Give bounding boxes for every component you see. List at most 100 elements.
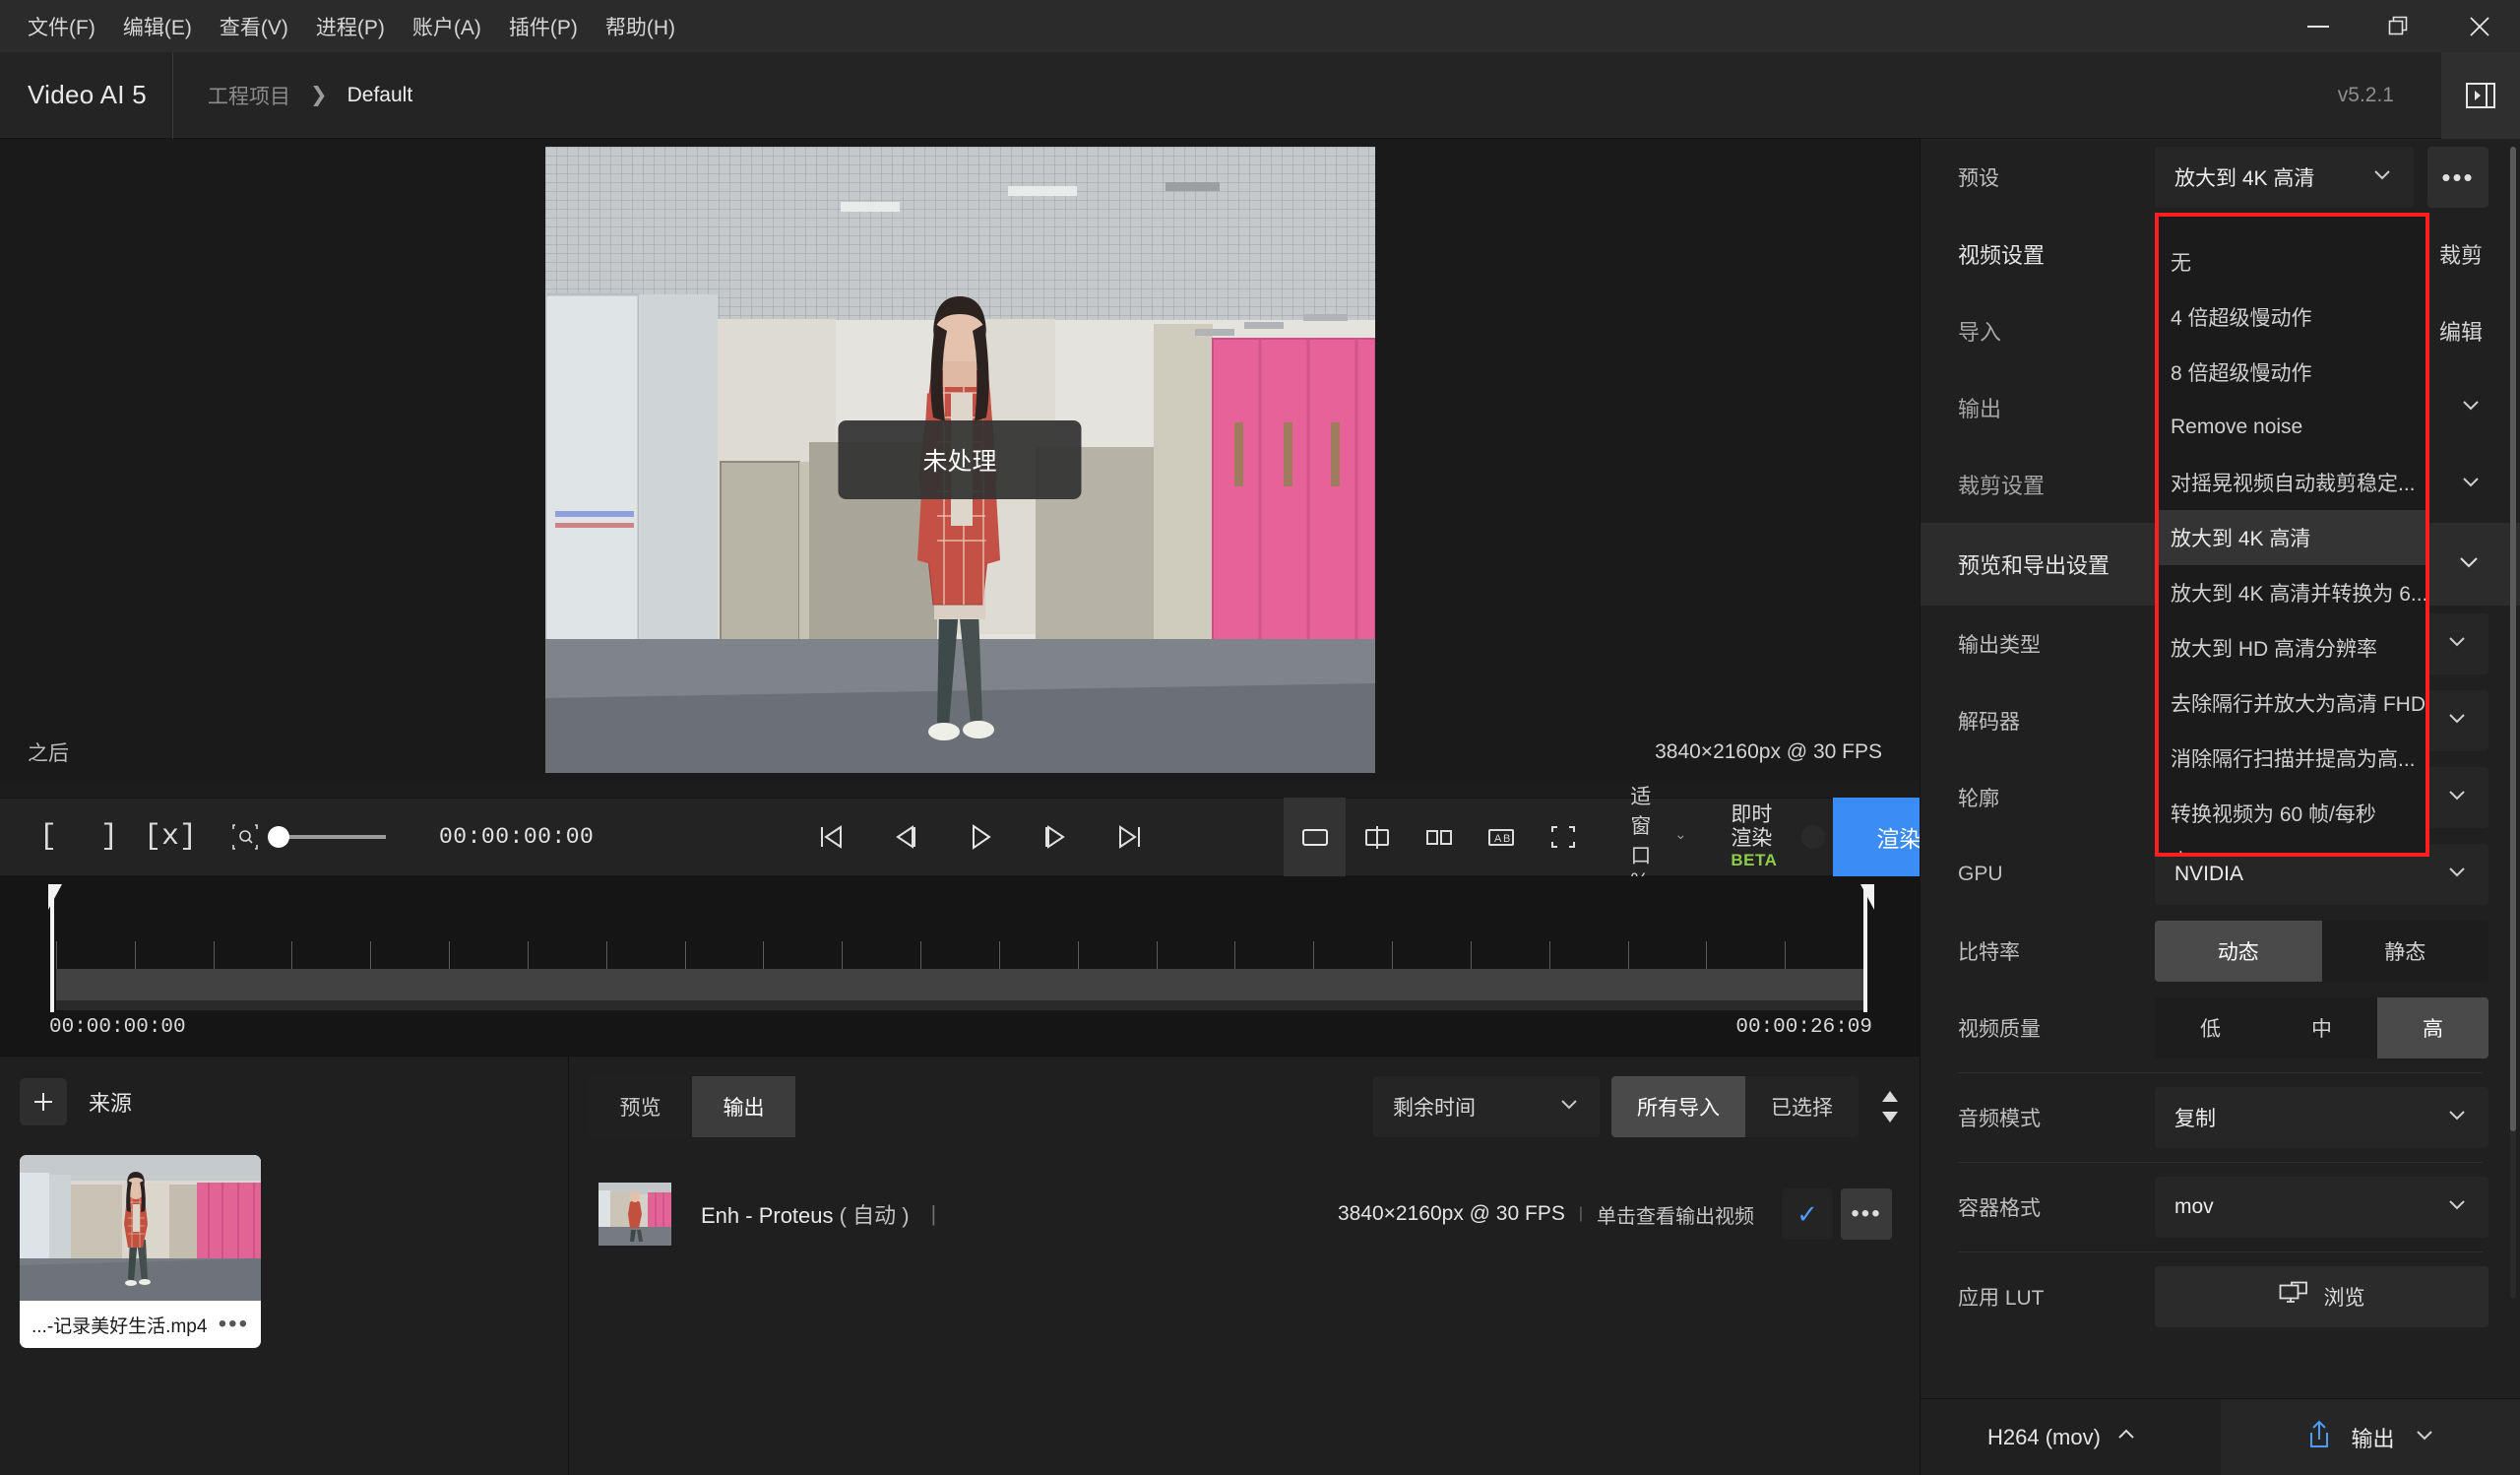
panel-toggle-icon[interactable]: [2441, 51, 2520, 139]
preset-option[interactable]: 消除隔行扫描并提高为高...: [2159, 731, 2426, 786]
preset-more-icon[interactable]: •••: [2427, 147, 2488, 208]
split-vertical-icon[interactable]: [1346, 798, 1408, 876]
preset-dropdown-menu[interactable]: 无4 倍超级慢动作 8 倍超级慢动作 Remove noise 对摇晃视频自动裁剪稳定…: [2155, 213, 2429, 857]
remaining-time-label: 剩余时间: [1393, 1097, 1476, 1120]
quality-option-medium[interactable]: 中: [2266, 997, 2377, 1058]
container-format-dropdown[interactable]: mov: [2155, 1177, 2488, 1238]
sort-descending-icon[interactable]: [1880, 1110, 1900, 1123]
source-card[interactable]: ...-记录美好生活.mp4 •••: [20, 1155, 261, 1348]
sidebar-scrollbar-thumb[interactable]: [2510, 147, 2516, 1131]
preset-option[interactable]: 放大到 4K 高清: [2159, 510, 2426, 565]
zoom-slider-knob[interactable]: [268, 826, 289, 848]
preview-resolution-label: 3840×2160px @ 30 FPS: [1655, 740, 1882, 763]
preset-dropdown-button[interactable]: 放大到 4K 高清: [2155, 147, 2414, 208]
tab-preview[interactable]: 预览: [589, 1076, 692, 1137]
chevron-down-icon[interactable]: [2459, 470, 2483, 499]
export-button[interactable]: 输出: [2221, 1398, 2520, 1475]
output-row-more-icon[interactable]: •••: [1841, 1188, 1892, 1240]
sidebar-scrollbar[interactable]: [2510, 147, 2516, 1299]
skip-end-icon[interactable]: [1100, 798, 1161, 876]
preset-option[interactable]: 转换视频为 60 帧/每秒: [2159, 786, 2426, 841]
timeline-clip-bar[interactable]: [56, 969, 1863, 1000]
timeline-tick: [1470, 941, 1472, 969]
row-container-format-label: 容器格式: [1958, 1197, 2041, 1220]
minimize-icon[interactable]: [2278, 0, 2359, 52]
clear-marks-button[interactable]: [x]: [140, 798, 201, 876]
bitrate-option-static[interactable]: 静态: [2321, 921, 2488, 982]
output-row[interactable]: Enh - Proteus ( 自动 ) | 3840×2160px @ 30 …: [569, 1173, 1920, 1255]
zoom-icon[interactable]: [215, 798, 276, 876]
step-forward-icon[interactable]: [1025, 798, 1086, 876]
preset-option[interactable]: 无: [2159, 234, 2426, 289]
chevron-down-icon[interactable]: [2459, 393, 2483, 422]
filter-selected[interactable]: 已选择: [1745, 1076, 1858, 1137]
timeline[interactable]: 00:00:00:00 00:00:26:09: [0, 876, 1920, 1056]
preset-option[interactable]: Remove noise: [2159, 400, 2426, 455]
source-more-icon[interactable]: •••: [219, 1312, 249, 1336]
preset-option[interactable]: 对摇晃视频自动裁剪稳定...: [2159, 455, 2426, 510]
timeline-in-handle[interactable]: [47, 884, 62, 1012]
menu-plugins[interactable]: 插件(P): [495, 6, 592, 47]
divider: [1958, 1162, 2483, 1163]
preset-option[interactable]: 放大到 4K 高清并转换为 6...: [2159, 565, 2426, 620]
mark-out-button[interactable]: ]: [79, 798, 140, 876]
menu-file[interactable]: 文件(F): [14, 6, 109, 47]
bitrate-option-dynamic[interactable]: 动态: [2155, 921, 2322, 982]
timeline-track[interactable]: [56, 918, 1864, 1010]
menu-edit[interactable]: 编辑(E): [109, 6, 206, 47]
chevron-right-icon: ❯: [310, 84, 328, 106]
sort-ascending-icon[interactable]: [1880, 1090, 1900, 1104]
section-video-settings-right[interactable]: 裁剪: [2439, 238, 2483, 270]
ab-compare-icon[interactable]: A B: [1470, 798, 1532, 876]
preset-option[interactable]: 去除隔行并放大为高清 FHD: [2159, 675, 2426, 731]
chevron-down-icon: [2445, 1103, 2469, 1132]
app-window: 文件(F) 编辑(E) 查看(V) 进程(P) 账户(A) 插件(P) 帮助(H…: [0, 0, 2520, 1475]
side-by-side-icon[interactable]: [1408, 798, 1470, 876]
menu-process[interactable]: 进程(P): [302, 6, 399, 47]
chevron-down-icon: [2445, 706, 2469, 736]
audio-mode-dropdown[interactable]: 复制: [2155, 1087, 2488, 1148]
single-view-icon[interactable]: [1284, 798, 1347, 876]
menu-help[interactable]: 帮助(H): [592, 6, 689, 47]
zoom-fit-select[interactable]: 适窗口 %: [1618, 786, 1696, 892]
video-frame[interactable]: 未处理: [544, 147, 1375, 773]
menu-account[interactable]: 账户(A): [399, 6, 495, 47]
lut-browse-button[interactable]: 浏览: [2155, 1266, 2488, 1327]
quality-option-high[interactable]: 高: [2377, 997, 2488, 1058]
tab-output[interactable]: 输出: [692, 1076, 795, 1137]
timeline-tick: [842, 941, 844, 969]
breadcrumb-current[interactable]: Default: [347, 84, 413, 107]
preset-value: 放大到 4K 高清: [2174, 167, 2315, 190]
preset-option[interactable]: 放大到 HD 高清分辨率: [2159, 620, 2426, 675]
play-icon[interactable]: [950, 798, 1011, 876]
restore-icon[interactable]: [2359, 0, 2439, 52]
timeline-out-handle[interactable]: [1860, 884, 1874, 1012]
remaining-time-select[interactable]: 剩余时间: [1373, 1076, 1600, 1137]
mark-in-button[interactable]: [: [18, 798, 79, 876]
output-row-check-button[interactable]: ✓: [1782, 1188, 1833, 1240]
breadcrumb-root[interactable]: 工程项目: [208, 81, 290, 110]
step-back-icon[interactable]: [875, 798, 936, 876]
chevron-down-icon[interactable]: [2455, 547, 2483, 581]
section-import-right[interactable]: 编辑: [2439, 315, 2483, 347]
source-file-name: ...-记录美好生活.mp4: [32, 1315, 208, 1337]
preset-option[interactable]: 8 倍超级慢动作: [2159, 345, 2426, 400]
codec-selector[interactable]: H264 (mov): [1921, 1398, 2221, 1475]
close-icon[interactable]: [2439, 0, 2520, 52]
chevron-down-icon: [1676, 835, 1684, 840]
filter-all-imports[interactable]: 所有导入: [1611, 1076, 1745, 1137]
output-row-hint[interactable]: 单击查看输出视频: [1597, 1200, 1754, 1229]
zoom-slider[interactable]: [268, 826, 386, 848]
view-mode-group: A B: [1284, 798, 1594, 876]
quality-option-low[interactable]: 低: [2155, 997, 2266, 1058]
preset-option[interactable]: 4 倍超级慢动作: [2159, 289, 2426, 345]
skip-start-icon[interactable]: [800, 798, 861, 876]
sort-arrows[interactable]: [1870, 1090, 1900, 1123]
current-timecode[interactable]: 00:00:00:00: [400, 824, 633, 850]
fullscreen-icon[interactable]: [1532, 798, 1594, 876]
menu-view[interactable]: 查看(V): [206, 6, 302, 47]
source-thumbnail: [20, 1155, 261, 1301]
preset-option[interactable]: 高: [2159, 841, 2426, 853]
plus-icon[interactable]: [20, 1078, 67, 1125]
row-bitrate-control: 动态 静态: [2155, 921, 2488, 982]
